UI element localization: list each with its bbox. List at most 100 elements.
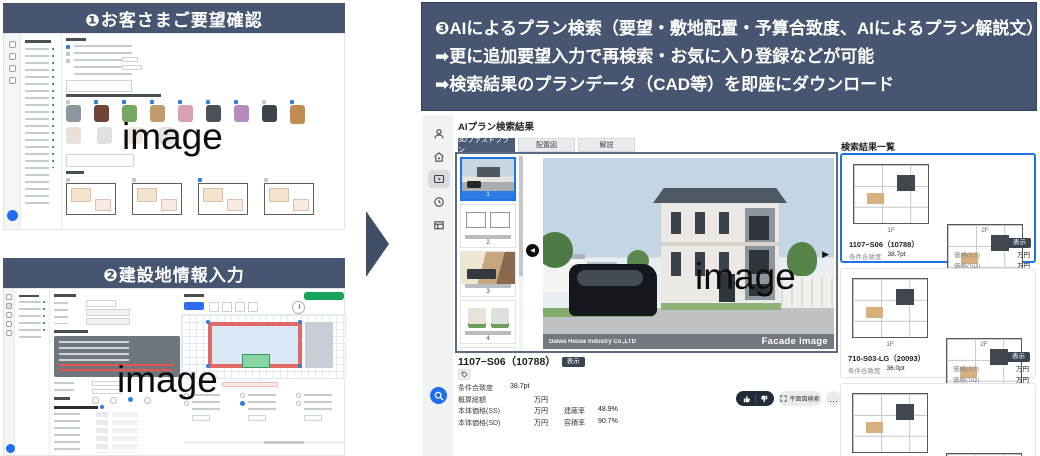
user-icon[interactable] xyxy=(6,294,12,300)
storage-box-icon[interactable] xyxy=(432,218,446,232)
handle[interactable] xyxy=(206,320,210,324)
item-dresser[interactable] xyxy=(290,100,305,124)
thumb-down-button[interactable] xyxy=(760,395,768,403)
radio[interactable] xyxy=(184,401,189,406)
prev-arrow-button[interactable]: ◀ xyxy=(526,244,539,257)
radio-selected[interactable] xyxy=(240,401,245,406)
free-text-area[interactable] xyxy=(66,80,132,92)
item-faded[interactable] xyxy=(66,127,81,144)
home-person-icon[interactable] xyxy=(432,150,446,164)
small-input[interactable] xyxy=(122,65,142,70)
input-field[interactable] xyxy=(86,309,130,316)
next-arrow-button[interactable]: ▶ xyxy=(822,250,829,259)
h-scrollbar-thumb[interactable] xyxy=(264,441,304,444)
thumbnail-4-image xyxy=(461,301,515,331)
menu-items-lines[interactable] xyxy=(25,48,49,208)
item-faded[interactable] xyxy=(97,127,112,144)
ldk-plan-option[interactable] xyxy=(132,178,182,215)
room-size-inputs[interactable] xyxy=(112,412,138,453)
result-card-1[interactable]: 1F 2F 1107−S06（10788） 条件合致度 38.7pt 表示 価格… xyxy=(840,153,1036,263)
menu-status-dots xyxy=(52,48,54,168)
stat-label: 建蔽率 xyxy=(564,406,598,416)
site-icon[interactable] xyxy=(6,303,12,309)
item-shoes[interactable] xyxy=(94,100,109,124)
handle[interactable] xyxy=(298,364,302,368)
thumb-scrollbar-thumb[interactable] xyxy=(519,156,523,276)
thumbnail-3[interactable]: 3 xyxy=(460,251,516,297)
select-field[interactable] xyxy=(86,300,116,307)
item-appliance[interactable] xyxy=(262,100,277,124)
draw-button[interactable] xyxy=(184,302,204,310)
user-icon[interactable] xyxy=(432,127,446,141)
garage-block[interactable] xyxy=(242,354,270,368)
value-input[interactable] xyxy=(192,415,210,421)
result-card-2[interactable]: 1F 2F 710-S03-LG（20093） 条件合致度 36.0pt 表示 … xyxy=(840,268,1036,378)
plan-search-button[interactable]: 平面図検索 xyxy=(778,391,822,406)
thumbnail-5[interactable] xyxy=(460,347,516,353)
radio[interactable] xyxy=(296,393,301,398)
checkbox[interactable] xyxy=(66,52,70,56)
thumb-scrollbar[interactable] xyxy=(519,156,523,351)
checkbox-checked[interactable] xyxy=(66,45,70,49)
section-title-bar xyxy=(66,94,161,97)
thumbnail-2-image xyxy=(461,205,515,235)
home-icon[interactable] xyxy=(9,53,16,60)
item-hobby[interactable] xyxy=(234,100,249,124)
history-clock-icon[interactable] xyxy=(432,195,446,209)
ldk-plan-option[interactable] xyxy=(264,178,314,215)
search-fab[interactable] xyxy=(430,387,447,404)
step1-header: ❶お客さまご要望確認 xyxy=(3,3,345,33)
tool-button[interactable] xyxy=(235,302,245,312)
tab-layout[interactable]: 配置図 xyxy=(518,138,575,152)
radio[interactable] xyxy=(92,397,99,404)
value-input[interactable] xyxy=(304,415,322,421)
search-fab-icon[interactable] xyxy=(6,444,15,453)
checkbox[interactable] xyxy=(66,59,70,63)
ldk-plan-option[interactable] xyxy=(66,178,116,215)
plan-icon[interactable] xyxy=(9,65,16,72)
price-label: 価格(SS) xyxy=(954,249,1004,259)
radio[interactable] xyxy=(110,397,117,404)
pill-divider xyxy=(755,394,756,403)
storage-icon[interactable] xyxy=(6,330,12,336)
thumbnail-1-selected[interactable]: 1 xyxy=(460,157,516,201)
search-fab-icon[interactable] xyxy=(7,210,18,221)
radio[interactable] xyxy=(240,393,245,398)
handle[interactable] xyxy=(298,320,302,324)
menu-items-lines[interactable] xyxy=(19,301,41,343)
tool-button[interactable] xyxy=(222,302,232,312)
thumbnail-4[interactable]: 4 xyxy=(460,300,516,344)
thumbnail-2[interactable]: 2 xyxy=(460,204,516,248)
radio[interactable] xyxy=(296,401,301,406)
result-card-3-partial[interactable] xyxy=(840,383,1036,456)
room-count-inputs[interactable] xyxy=(96,412,108,453)
tab-3d-fast-plan[interactable]: 3Dファストプラン xyxy=(458,138,515,152)
rating-pill xyxy=(736,391,774,406)
checkbox-list-lines[interactable] xyxy=(74,45,132,81)
ldk-plan-option-selected[interactable] xyxy=(198,178,248,215)
small-input[interactable] xyxy=(122,57,138,62)
step3-line-1: ❸AIによるプラン検索（要望・敷地配置・予算合致度、AIによるプラン解説文） xyxy=(435,15,1036,43)
ldk-title-bar xyxy=(66,171,84,174)
tag-button[interactable] xyxy=(458,369,470,380)
tool-button[interactable] xyxy=(248,302,258,312)
input-field[interactable] xyxy=(86,318,130,325)
history-icon[interactable] xyxy=(6,321,12,327)
step2-screenshot: image xyxy=(3,288,345,456)
plan-icon[interactable] xyxy=(6,312,12,318)
plan-search-icon[interactable] xyxy=(432,172,446,186)
tool-button[interactable] xyxy=(209,302,219,312)
card3-plan-1f xyxy=(852,393,928,453)
info-icon[interactable] xyxy=(100,405,104,409)
tab-description[interactable]: 解説 xyxy=(578,138,635,152)
floor-label: 2F xyxy=(946,341,1022,348)
lawn xyxy=(661,303,781,310)
more-button[interactable]: … xyxy=(826,391,841,406)
user-icon[interactable] xyxy=(9,41,16,48)
item-bicycle[interactable] xyxy=(66,100,81,124)
step1-menu xyxy=(21,34,62,229)
value-input[interactable] xyxy=(248,415,266,421)
storage-icon[interactable] xyxy=(9,77,16,84)
h-scrollbar[interactable] xyxy=(184,441,344,444)
thumb-up-button[interactable] xyxy=(743,395,751,403)
